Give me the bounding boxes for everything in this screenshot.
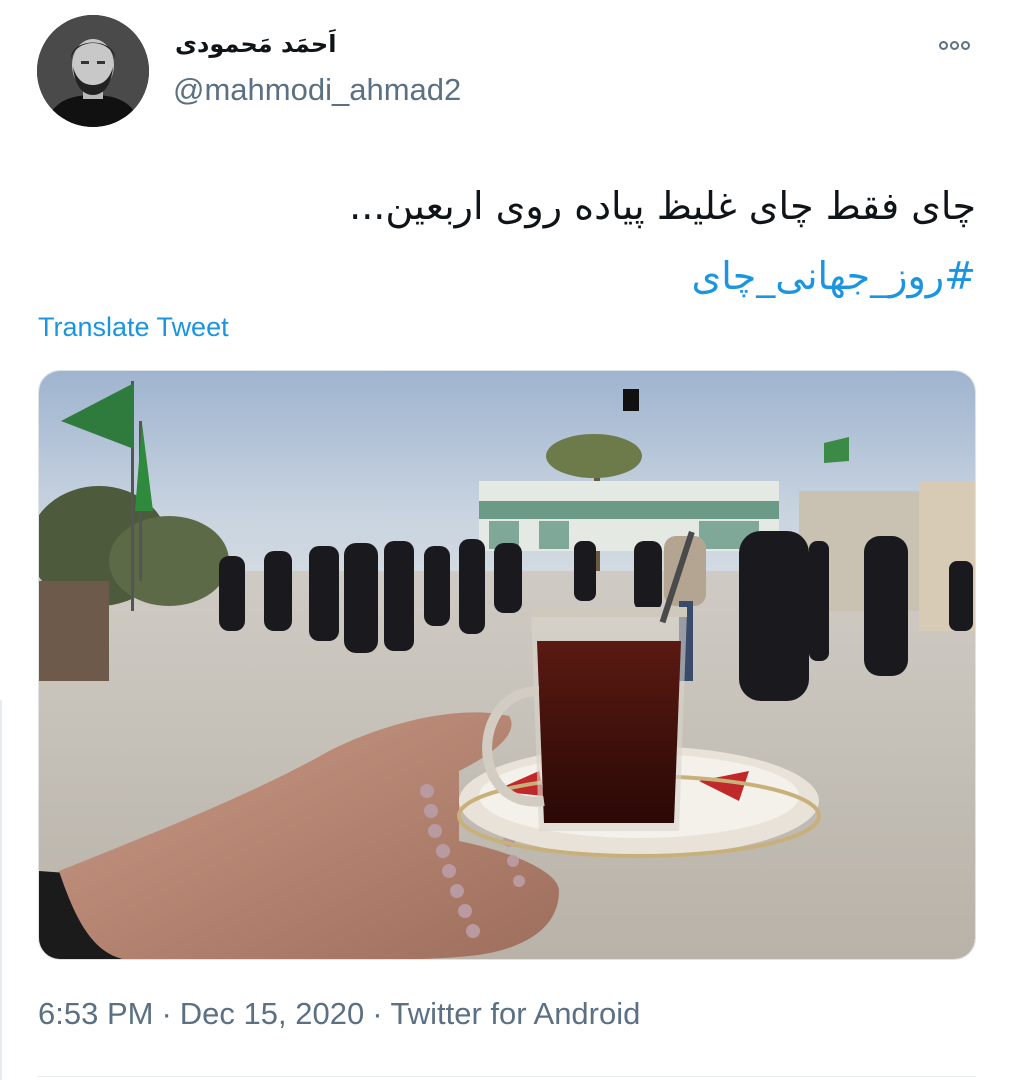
display-name[interactable]: اَحمَد مَحمودی [175,30,336,58]
tweet-time[interactable]: 6:53 PM [38,996,153,1031]
avatar[interactable] [37,15,149,127]
left-edge-line [0,700,2,1080]
more-options-icon [949,40,959,50]
more-options-icon [938,40,948,50]
more-options-icon [960,40,970,50]
avatar-image [37,15,149,127]
translate-tweet-link[interactable]: Translate Tweet [38,312,229,343]
tea-photo-illustration [39,371,975,959]
tweet-photo[interactable] [38,370,976,960]
tweet-text: چای فقط چای غلیظ پیاده روی اربعین... [349,184,976,228]
hashtag-link[interactable]: #روز_جهانی_چای [691,248,976,304]
tweet-date[interactable]: Dec 15, 2020 [180,996,364,1031]
more-options-button[interactable] [930,30,978,60]
user-handle[interactable]: @mahmodi_ahmad2 [173,72,461,108]
meta-separator: · [372,996,383,1031]
tweet-source[interactable]: Twitter for Android [391,996,641,1031]
meta-separator: · [161,996,172,1031]
tweet-meta: 6:53 PM · Dec 15, 2020 · Twitter for Android [38,996,640,1032]
divider [38,1076,976,1077]
